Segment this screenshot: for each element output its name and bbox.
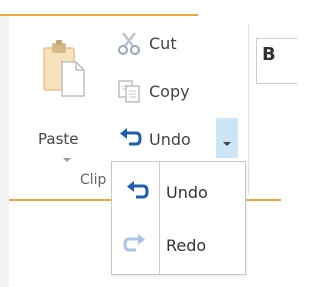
ribbon-tab-underline (0, 14, 198, 16)
copy-label: Copy (149, 81, 190, 101)
copy-icon (115, 77, 143, 105)
undo-button[interactable]: Undo (115, 124, 191, 154)
redo-icon (112, 220, 159, 270)
menu-item-undo-label: Undo (166, 182, 208, 202)
menu-item-undo[interactable]: Undo (112, 167, 245, 217)
undo-menu: Undo Redo (111, 161, 246, 275)
group-separator (248, 25, 249, 195)
undo-dropdown-button[interactable] (216, 118, 238, 158)
copy-button[interactable]: Copy (115, 76, 190, 106)
menu-item-redo-label: Redo (166, 235, 207, 255)
cut-label: Cut (149, 33, 177, 53)
cut-button[interactable]: Cut (115, 28, 177, 58)
undo-label: Undo (149, 129, 191, 149)
undo-icon (115, 125, 143, 153)
paste-dropdown-caret[interactable] (63, 158, 71, 162)
ribbon-left-edge (0, 16, 9, 287)
paste-button[interactable]: Paste (30, 30, 100, 162)
paste-icon (38, 38, 94, 102)
clipboard-group-label: Clip (80, 172, 107, 188)
menu-item-redo[interactable]: Redo (112, 220, 245, 270)
undo-icon (112, 167, 159, 217)
chevron-down-icon (223, 142, 231, 146)
paste-label: Paste (38, 130, 79, 148)
scissors-icon (115, 29, 143, 57)
next-group-label: B (262, 44, 276, 65)
